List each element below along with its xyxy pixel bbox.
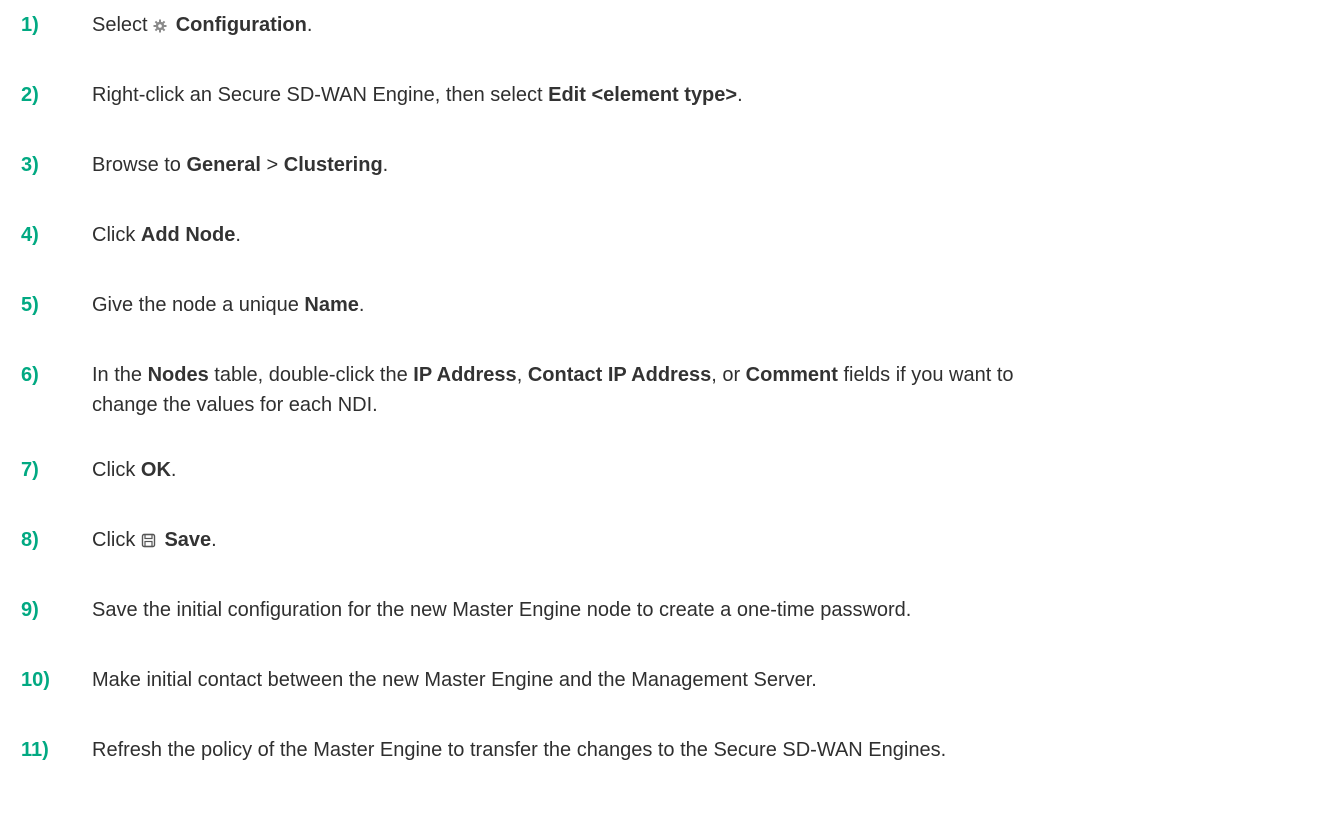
step-text: In the Nodes table, double-click the IP …	[92, 360, 1332, 420]
step-text: Click Add Node.	[92, 220, 1332, 250]
step-text-run: .	[382, 154, 389, 176]
step-text: Give the node a unique Name.	[92, 290, 1332, 320]
step-text: Right-click an Secure SD-WAN Engine, the…	[92, 80, 1332, 110]
step-text-run: In the	[92, 364, 148, 386]
ui-term: IP Address	[413, 364, 517, 386]
save-icon	[141, 533, 156, 548]
step-text-run: .	[358, 294, 365, 316]
ui-term: Save	[164, 529, 212, 551]
step-number: 2)	[21, 84, 39, 106]
step-text: Click Save.	[92, 525, 1332, 555]
step-text-run: ,	[516, 364, 528, 386]
step-number: 3)	[21, 154, 39, 176]
step-text-run: Save the initial configuration for the n…	[92, 599, 912, 621]
ui-term: Add Node	[140, 224, 236, 246]
ui-term: Contact IP Address	[527, 364, 712, 386]
step-text-run: Browse to	[92, 154, 187, 176]
step-number: 11)	[21, 739, 49, 761]
step-number: 5)	[21, 294, 39, 316]
step-text-run: .	[306, 14, 313, 36]
ui-term: Nodes	[147, 364, 209, 386]
ui-term: Edit <element type>	[548, 84, 738, 106]
step-text-run: Refresh the policy of the Master Engine …	[92, 739, 947, 761]
ui-term: Comment	[745, 364, 838, 386]
step-number: 7)	[21, 459, 39, 481]
step-text-run: table, double-click the	[208, 364, 414, 386]
ui-term: Configuration	[175, 14, 307, 36]
step-text-run: Give the node a unique	[92, 294, 305, 316]
step-text-run: Click	[92, 459, 141, 481]
step-text-run: .	[170, 459, 177, 481]
step-number: 10)	[21, 669, 50, 691]
ui-term: Name	[304, 294, 359, 316]
step-text: Make initial contact between the new Mas…	[92, 665, 1332, 695]
step-text: Browse to General > Clustering.	[92, 150, 1332, 180]
ui-term: General	[186, 154, 261, 176]
step-text-run: Click	[92, 224, 141, 246]
ui-term: Clustering	[283, 154, 383, 176]
step-text-run: Select	[92, 14, 154, 36]
step-text-run: .	[737, 84, 743, 106]
step-number: 1)	[21, 14, 39, 36]
step-text-run: .	[235, 224, 241, 246]
step-text: Select Configuration.	[92, 10, 1332, 40]
step-text-run: Make initial contact between the new Mas…	[92, 669, 817, 691]
step-text: Click OK.	[92, 455, 1332, 485]
step-text-run: fields if you want to	[837, 364, 1014, 386]
ui-term: OK	[140, 459, 171, 481]
step-text-run: change the values for each NDI.	[92, 394, 378, 416]
step-text-run: .	[211, 529, 217, 551]
step-text: Save the initial configuration for the n…	[92, 595, 1332, 625]
step-number: 8)	[21, 529, 39, 551]
gear-icon	[153, 19, 167, 33]
step-text-run: , or	[711, 364, 746, 386]
step-text-run: >	[260, 154, 284, 176]
step-number: 9)	[21, 599, 39, 621]
step-number: 4)	[21, 224, 39, 246]
step-text-run: Right-click an Secure SD-WAN Engine, the…	[92, 84, 549, 106]
step-text: Refresh the policy of the Master Engine …	[92, 735, 1332, 765]
step-number: 6)	[21, 364, 39, 386]
step-text-run: Click	[92, 529, 141, 551]
